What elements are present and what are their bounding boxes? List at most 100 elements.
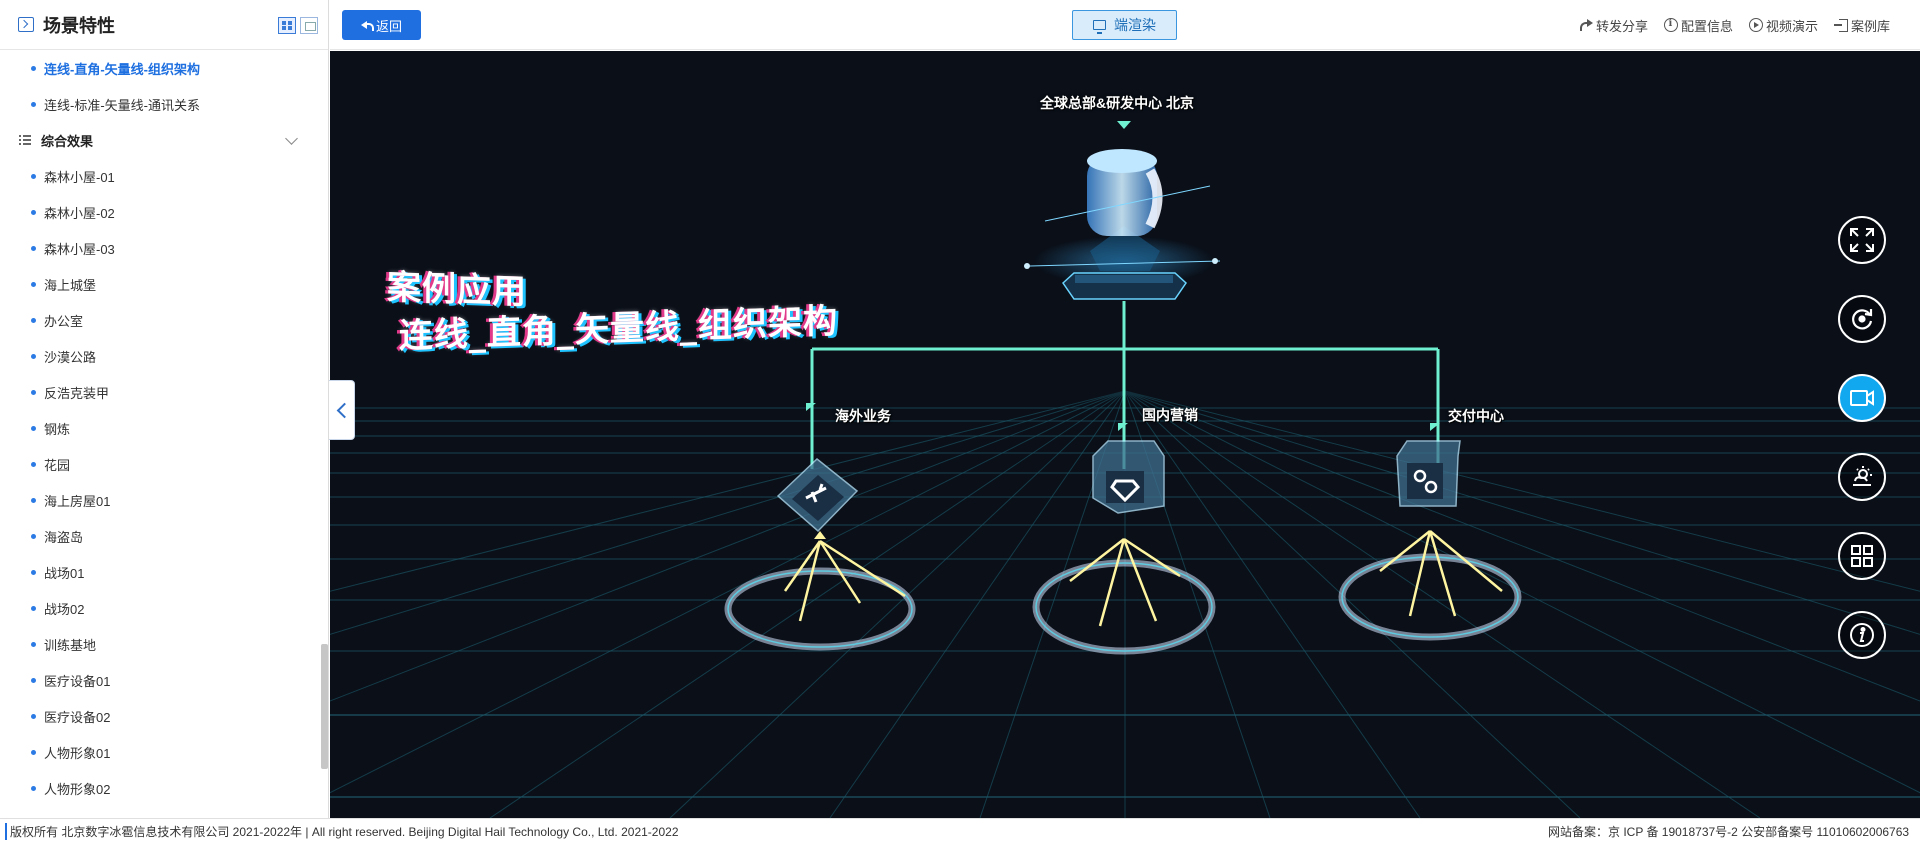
nav-item-label: 钢炼 xyxy=(44,421,71,437)
rotate-button[interactable] xyxy=(1838,295,1886,343)
camera-button[interactable] xyxy=(1838,374,1886,422)
nav-item-label: 人物形象01 xyxy=(44,745,111,761)
collapse-sidebar-button[interactable] xyxy=(329,380,355,440)
bullet-icon xyxy=(31,749,36,755)
info-icon xyxy=(1850,623,1874,647)
nav-item[interactable]: 办公室 xyxy=(0,302,320,338)
sidebar-header: 场景特性 xyxy=(0,0,328,50)
root-node-label[interactable]: 全球总部&研发中心 北京 xyxy=(1040,93,1194,113)
chevron-down-icon[interactable] xyxy=(285,132,298,145)
info-button[interactable] xyxy=(1838,611,1886,659)
node-label-overseas[interactable]: 海外业务 xyxy=(835,406,891,426)
fullscreen-button[interactable] xyxy=(1838,216,1886,264)
nav-item[interactable]: 战场01 xyxy=(0,554,320,590)
bullet-icon xyxy=(31,281,36,287)
weather-icon xyxy=(1853,466,1872,486)
share-icon xyxy=(1579,18,1593,32)
weather-button[interactable] xyxy=(1838,453,1886,501)
bullet-icon xyxy=(31,461,36,467)
nav-item-label: 医疗设备02 xyxy=(44,709,111,725)
scene-canvas xyxy=(330,121,1920,818)
nav-item-label: 人物形象02 xyxy=(44,781,111,797)
bullet-icon xyxy=(31,713,36,719)
nav-item[interactable]: 海上城堡 xyxy=(0,266,320,302)
video-link[interactable]: 视频演示 xyxy=(1748,16,1818,35)
nav-item[interactable]: 海上房屋01 xyxy=(0,482,320,518)
nav-item-label: 战场02 xyxy=(44,601,85,617)
bullet-icon xyxy=(31,641,36,647)
nav-item[interactable]: 医疗设备01 xyxy=(0,662,320,698)
footer: 版权所有 北京数字冰雹信息技术有限公司 2021-2022年 | All rig… xyxy=(0,818,1920,843)
nav-item-label: 反浩克装甲 xyxy=(44,385,110,401)
nav-item-label: 海盗岛 xyxy=(44,529,84,545)
back-button-label: 返回 xyxy=(375,18,402,34)
config-link[interactable]: 配置信息 xyxy=(1663,16,1733,35)
nav-item-label: 沙漠公路 xyxy=(44,349,97,365)
nav-item[interactable]: 海盗岛 xyxy=(0,518,320,554)
video-link-label: 视频演示 xyxy=(1765,18,1818,34)
grid-icon xyxy=(1851,545,1873,567)
nav-item[interactable]: 森林小屋-01 xyxy=(0,158,320,194)
bullet-icon xyxy=(31,605,36,611)
nav-item-label: 战场01 xyxy=(44,565,85,581)
node-label-delivery[interactable]: 交付中心 xyxy=(1448,406,1504,426)
nav-item-label: 海上城堡 xyxy=(44,277,97,293)
bullet-icon xyxy=(31,317,36,323)
scene-viewport[interactable]: 案例应用 连线_直角_矢量线_组织架构 全球总部&研发中心 北京 海外业务 国内… xyxy=(330,51,1920,818)
library-link-label: 案例库 xyxy=(1850,18,1890,34)
bullet-icon xyxy=(31,173,36,179)
bullet-icon xyxy=(31,389,36,395)
nav-item[interactable]: 医疗设备02 xyxy=(0,698,320,734)
icp-record-text[interactable]: 网站备案：京 ICP 备 19018737号-2 公安部备案号 11010602… xyxy=(1548,823,1920,840)
copyright-text: 版权所有 北京数字冰雹信息技术有限公司 2021-2022年 | All rig… xyxy=(5,822,679,840)
back-button[interactable]: 返回 xyxy=(342,10,421,40)
render-mode-button[interactable]: 端渲染 xyxy=(1072,10,1177,40)
nav-item-label: 训练基地 xyxy=(44,637,97,653)
nav-item[interactable]: 人物形象02 xyxy=(0,770,320,806)
nav-item-label: 森林小屋-01 xyxy=(44,169,115,185)
nav-item[interactable]: 战场02 xyxy=(0,590,320,626)
view-toggle xyxy=(278,17,318,34)
list-icon xyxy=(19,135,31,145)
nav-item[interactable]: 训练基地 xyxy=(0,626,320,662)
grid-view-icon[interactable] xyxy=(278,17,296,34)
nav-item-comm[interactable]: 连线-标准-矢量线-通讯关系 xyxy=(0,86,320,122)
nav-item[interactable]: 钢炼 xyxy=(0,410,320,446)
nav-item[interactable]: 花园 xyxy=(0,446,320,482)
nav-item-label: 医疗设备01 xyxy=(44,673,111,689)
nav-item-org-chart[interactable]: 连线-直角-矢量线-组织架构 xyxy=(0,50,320,86)
bullet-icon xyxy=(31,425,36,431)
nav-item[interactable]: 人物形象01 xyxy=(0,734,320,770)
nav-item-label: 连线-标准-矢量线-通讯关系 xyxy=(44,97,200,113)
bullet-icon xyxy=(31,353,36,359)
layout-button[interactable] xyxy=(1838,532,1886,580)
share-link-label: 转发分享 xyxy=(1595,18,1648,34)
nav-item-label: 连线-直角-矢量线-组织架构 xyxy=(44,61,200,77)
node-label-domestic[interactable]: 国内营销 xyxy=(1142,405,1198,425)
library-link[interactable]: 案例库 xyxy=(1833,16,1890,35)
config-link-label: 配置信息 xyxy=(1680,18,1733,34)
sidebar-title: 场景特性 xyxy=(43,15,115,36)
nav-item-label: 森林小屋-03 xyxy=(44,241,115,257)
play-icon xyxy=(1748,18,1763,32)
image-view-icon[interactable] xyxy=(300,17,318,34)
nav-group-combined[interactable]: 综合效果 xyxy=(0,122,320,158)
monitor-icon xyxy=(1093,20,1106,34)
sidebar-scrollbar[interactable] xyxy=(321,644,328,769)
top-bar: 返回 端渲染 转发分享 配置信息 视频演示 案例库 xyxy=(330,0,1920,50)
bullet-icon xyxy=(31,533,36,539)
nav-item[interactable]: 森林小屋-02 xyxy=(0,194,320,230)
scene-list: 连线-直角-矢量线-组织架构 连线-标准-矢量线-通讯关系 综合效果 森林小屋-… xyxy=(0,50,320,806)
chevron-left-icon xyxy=(336,402,352,418)
bullet-icon xyxy=(31,677,36,683)
library-icon xyxy=(1833,18,1848,32)
share-link[interactable]: 转发分享 xyxy=(1579,16,1648,35)
nav-item[interactable]: 反浩克装甲 xyxy=(0,374,320,410)
bullet-icon xyxy=(31,245,36,251)
terminal-icon xyxy=(18,17,34,32)
nav-item[interactable]: 森林小屋-03 xyxy=(0,230,320,266)
nav-item[interactable]: 沙漠公路 xyxy=(0,338,320,374)
render-mode-label: 端渲染 xyxy=(1114,17,1156,33)
nav-item-label: 办公室 xyxy=(44,313,84,329)
root-node-model xyxy=(1024,121,1221,300)
